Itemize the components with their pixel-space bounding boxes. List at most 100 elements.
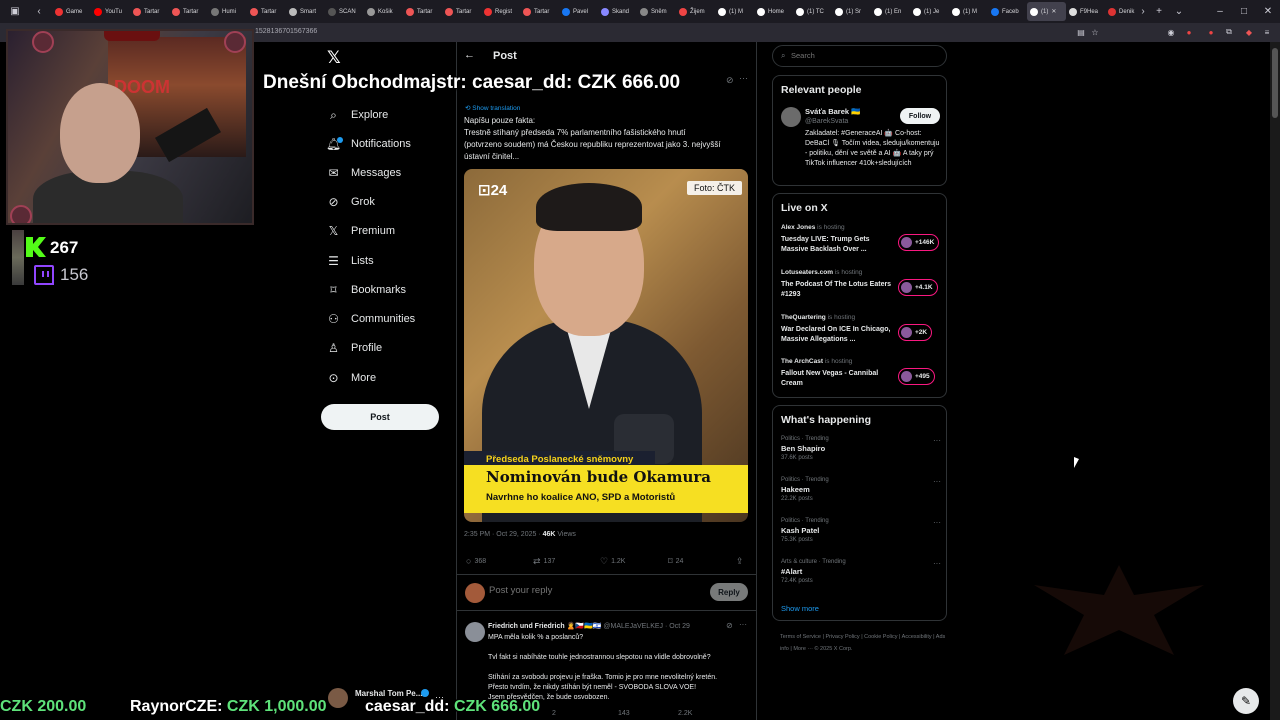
more-dots-icon[interactable]: ··· bbox=[933, 518, 941, 527]
nav-item-notifications[interactable]: 🔔︎ Notifications bbox=[326, 133, 411, 155]
live-item[interactable]: Lotuseaters.com is hosting The Podcast Of… bbox=[781, 269, 941, 309]
browser-tab[interactable]: Tartar bbox=[442, 2, 481, 21]
extension-icon[interactable]: ● bbox=[1206, 27, 1216, 37]
bookmark-star-icon[interactable]: ☆ bbox=[1090, 27, 1100, 37]
person-name[interactable]: Sváťa Barek 🇺🇦 bbox=[805, 107, 860, 116]
reply-like-count[interactable]: 143 bbox=[618, 710, 630, 717]
bookmark-action[interactable]: ⌑ 24 bbox=[668, 556, 683, 567]
account-icon[interactable]: ◉ bbox=[1166, 27, 1176, 37]
browser-tab[interactable]: Game bbox=[52, 2, 91, 21]
minimize-button[interactable]: – bbox=[1208, 0, 1232, 23]
live-listeners-pill[interactable]: +2K bbox=[898, 324, 933, 341]
browser-tab[interactable]: Tartar bbox=[403, 2, 442, 21]
browser-tab[interactable]: Regist bbox=[481, 2, 520, 21]
browser-tab[interactable]: (1) M bbox=[949, 2, 988, 21]
browser-tab[interactable]: (1) ✕ bbox=[1027, 2, 1066, 21]
more-dots-icon[interactable]: ··· bbox=[739, 73, 748, 83]
avatar[interactable] bbox=[781, 107, 801, 127]
scroll-tabs-left-icon[interactable]: ‹ bbox=[30, 3, 48, 21]
live-listeners-pill[interactable]: +4.1K bbox=[898, 279, 938, 296]
more-dots-icon[interactable]: ··· bbox=[933, 477, 941, 486]
maximize-button[interactable]: □ bbox=[1232, 0, 1256, 23]
live-item[interactable]: The ArchCast is hosting Fallout New Vegas… bbox=[781, 358, 941, 398]
follow-button[interactable]: Follow bbox=[900, 108, 940, 124]
reply-button[interactable]: Reply bbox=[710, 583, 748, 601]
live-listeners-pill[interactable]: +146K bbox=[898, 234, 940, 251]
grok-icon[interactable]: ⊘ bbox=[726, 75, 734, 86]
extension-icon[interactable]: ● bbox=[1184, 27, 1194, 37]
nav-item-profile[interactable]: ♙ Profile bbox=[326, 337, 382, 359]
live-item[interactable]: TheQuartering is hosting War Declared On … bbox=[781, 314, 941, 354]
more-dots-icon[interactable]: ··· bbox=[739, 620, 747, 629]
nav-item-messages[interactable]: ✉ Messages bbox=[326, 162, 401, 184]
tab-label: Humi bbox=[222, 8, 237, 15]
bookmark-icon: ⌑ bbox=[668, 556, 673, 566]
browser-tab[interactable]: Tartar bbox=[520, 2, 559, 21]
browser-tab[interactable]: (1) En bbox=[871, 2, 910, 21]
trend-item[interactable]: Politics · Trending Ben Shapiro 37.6K post… bbox=[781, 436, 941, 470]
compose-message-icon[interactable]: ✎ bbox=[1233, 688, 1259, 714]
browser-tab[interactable]: (1) TC bbox=[793, 2, 832, 21]
browser-tab[interactable]: Smart bbox=[286, 2, 325, 21]
live-listeners-pill[interactable]: +495 bbox=[898, 368, 935, 385]
url-text[interactable]: 1528136701567366 bbox=[255, 28, 317, 35]
footer-links[interactable]: Terms of Service | Privacy Policy | Cook… bbox=[780, 631, 950, 655]
browser-tab[interactable]: (1) M bbox=[715, 2, 754, 21]
browser-tab[interactable]: Skand bbox=[598, 2, 637, 21]
show-translation-link[interactable]: ⟲ Show translation bbox=[465, 104, 520, 112]
share-action[interactable]: ⇪ bbox=[736, 556, 744, 567]
nav-item-more[interactable]: ⊙ More bbox=[326, 367, 376, 389]
post-button[interactable]: Post bbox=[321, 404, 439, 430]
nav-item-communities[interactable]: ⚇ Communities bbox=[326, 308, 415, 330]
browser-tab[interactable]: Košik bbox=[364, 2, 403, 21]
back-arrow-icon[interactable]: ← bbox=[464, 49, 475, 61]
browser-tab[interactable]: Humi bbox=[208, 2, 247, 21]
reply-views-count[interactable]: 2.2K bbox=[678, 710, 692, 717]
tab-overview-icon[interactable]: ▣ bbox=[6, 3, 24, 21]
nav-item-lists[interactable]: ☰ Lists bbox=[326, 250, 374, 272]
app-menu-icon[interactable]: ≡ bbox=[1262, 27, 1272, 37]
browser-tab[interactable]: Home bbox=[754, 2, 793, 21]
search-box[interactable]: ⌕ bbox=[772, 45, 947, 67]
tab-list-icon[interactable]: ⌄ bbox=[1167, 0, 1191, 23]
browser-tab[interactable]: (1) Sr bbox=[832, 2, 871, 21]
reply-action[interactable]: ○ 368 bbox=[466, 556, 486, 566]
trend-item[interactable]: Politics · Trending Hakeem 22.2K posts ··· bbox=[781, 477, 941, 511]
trend-item[interactable]: Arts & culture · Trending #Alart 72.4K pos… bbox=[781, 559, 941, 593]
browser-tab[interactable]: (1) Je bbox=[910, 2, 949, 21]
extension-icon[interactable]: ◆ bbox=[1244, 27, 1254, 37]
browser-tab[interactable]: Tartar bbox=[130, 2, 169, 21]
show-more-link[interactable]: Show more bbox=[781, 604, 819, 613]
reader-view-icon[interactable]: ▤ bbox=[1076, 27, 1086, 37]
trend-item[interactable]: Politics · Trending Kash Patel 75.3K posts… bbox=[781, 518, 941, 552]
close-tab-icon[interactable]: ✕ bbox=[1051, 8, 1056, 15]
nav-item-grok[interactable]: ⊘ Grok bbox=[326, 191, 374, 213]
like-action[interactable]: ♡ 1.2K bbox=[600, 556, 625, 567]
nav-item-explore[interactable]: ⌕ Explore bbox=[326, 104, 388, 126]
nav-item-premium[interactable]: 𝕏 Premium bbox=[326, 220, 395, 242]
live-item[interactable]: Alex Jones is hosting Tuesday LIVE: Trump… bbox=[781, 224, 941, 264]
extensions-icon[interactable]: ⧉ bbox=[1224, 27, 1234, 37]
repost-action[interactable]: ⇄ 137 bbox=[533, 556, 555, 567]
browser-tab[interactable]: Žijem bbox=[676, 2, 715, 21]
scrollbar-thumb[interactable] bbox=[1272, 48, 1278, 118]
browser-tab[interactable]: Tartar bbox=[247, 2, 286, 21]
browser-tab[interactable]: SCAN bbox=[325, 2, 364, 21]
nav-item-bookmarks[interactable]: ⌑ Bookmarks bbox=[326, 279, 406, 301]
grok-icon[interactable]: ⊘ bbox=[726, 621, 733, 630]
browser-tab[interactable]: Tartar bbox=[169, 2, 208, 21]
more-dots-icon[interactable]: ··· bbox=[933, 559, 941, 568]
browser-tab[interactable]: Faceb bbox=[988, 2, 1027, 21]
search-input[interactable] bbox=[791, 51, 941, 60]
reply-input[interactable] bbox=[489, 585, 669, 596]
scrollbar[interactable] bbox=[1270, 42, 1280, 720]
browser-tab[interactable]: YouTu bbox=[91, 2, 130, 21]
browser-tab[interactable]: F9Hea bbox=[1066, 2, 1105, 21]
post-image[interactable]: ⊡24 Foto: ČTK Předseda Poslanecké sněmov… bbox=[464, 169, 748, 522]
tab-favicon-icon bbox=[328, 7, 336, 16]
browser-tab[interactable]: Sněm bbox=[637, 2, 676, 21]
browser-tab[interactable]: Pavel bbox=[559, 2, 598, 21]
more-dots-icon[interactable]: ··· bbox=[933, 436, 941, 445]
close-window-button[interactable]: ✕ bbox=[1256, 0, 1280, 23]
x-logo-icon[interactable]: 𝕏 bbox=[327, 48, 341, 68]
